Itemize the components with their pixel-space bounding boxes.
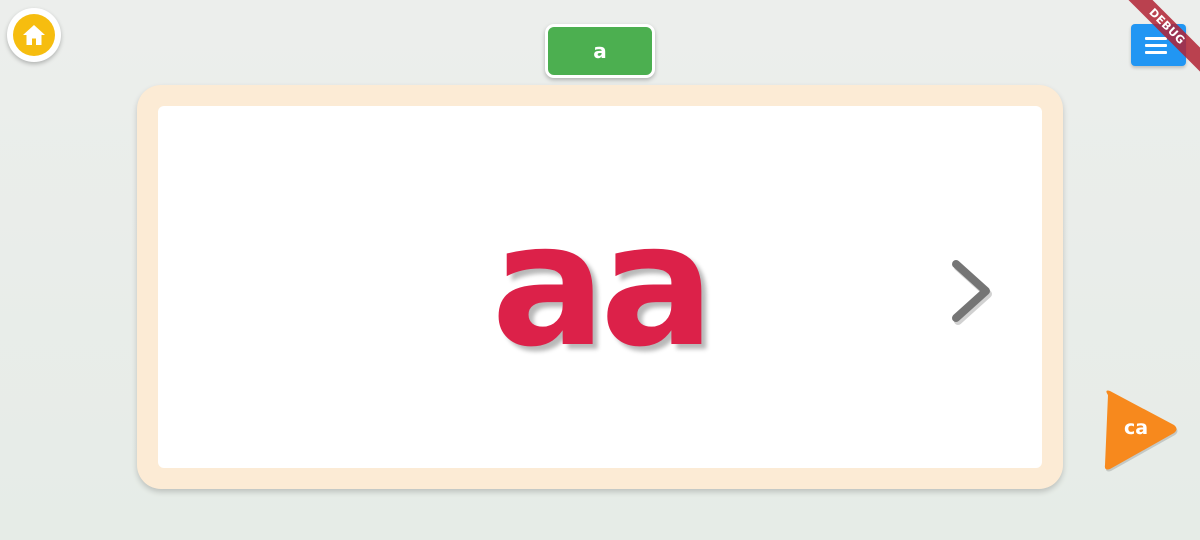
menu-icon	[1145, 33, 1167, 58]
letter-chip[interactable]: a	[545, 24, 655, 78]
home-button[interactable]	[7, 8, 61, 62]
flashcard-face: aa	[158, 106, 1042, 468]
flashcard-word: aa	[491, 187, 714, 385]
play-button-label: ca	[1123, 417, 1149, 439]
play-button[interactable]: ca	[1100, 385, 1180, 475]
chevron-right-icon[interactable]	[940, 246, 1000, 326]
home-icon	[23, 25, 45, 45]
flashcard: aa	[137, 85, 1063, 489]
home-button-face	[13, 14, 55, 56]
